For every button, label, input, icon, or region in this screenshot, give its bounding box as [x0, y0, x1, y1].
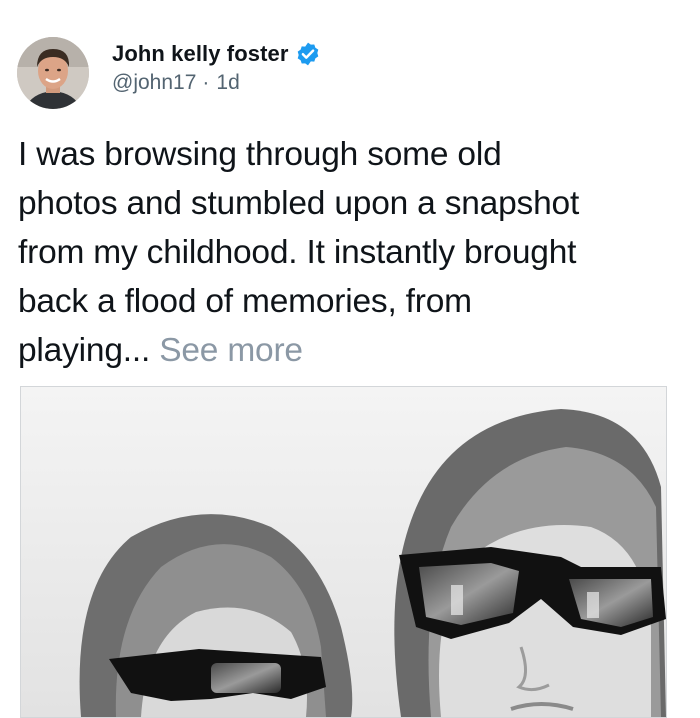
tweet-photo[interactable]: [20, 386, 667, 718]
tweet-timestamp[interactable]: 1d: [216, 71, 239, 95]
tweet-card: John kelly foster @john17 · 1d I was bro…: [0, 0, 700, 718]
author-meta: @john17 · 1d: [112, 70, 240, 96]
tweet-text-last-line: playing... See more: [18, 326, 688, 375]
see-more-link[interactable]: See more: [159, 332, 303, 369]
tweet-text-line: back a flood of memories, from: [18, 283, 472, 320]
tweet-text-line: playing...: [18, 332, 151, 369]
attached-photo-image: [21, 387, 666, 717]
author-line: John kelly foster: [112, 40, 321, 68]
author-avatar[interactable]: [17, 37, 89, 109]
verified-badge-icon: [295, 41, 321, 67]
tweet-text-line: I was browsing through some old: [18, 136, 502, 173]
tweet-text: I was browsing through some old photos a…: [18, 130, 688, 375]
author-handle[interactable]: @john17: [112, 71, 196, 95]
tweet-text-line: photos and stumbled upon a snapshot: [18, 185, 580, 222]
avatar-photo: [17, 37, 89, 109]
tweet-text-line: from my childhood. It instantly brought: [18, 234, 577, 271]
author-display-name[interactable]: John kelly foster: [112, 41, 289, 67]
meta-separator: ·: [202, 71, 210, 94]
